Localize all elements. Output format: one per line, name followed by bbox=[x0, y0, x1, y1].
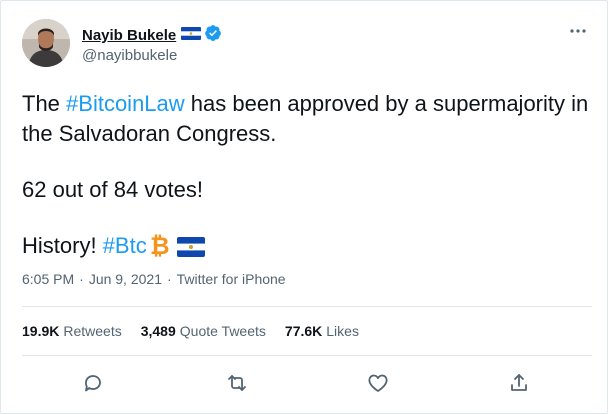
share-icon[interactable] bbox=[507, 371, 531, 395]
tweet-text-prefix: The bbox=[22, 91, 67, 116]
quote-tweets-label: Quote Tweets bbox=[179, 323, 266, 339]
likes-count: 77.6K bbox=[284, 323, 323, 339]
svg-text:₿: ₿ bbox=[150, 233, 170, 257]
likes-stat[interactable]: 77.6K Likes bbox=[285, 323, 359, 339]
heart-icon[interactable] bbox=[366, 371, 390, 395]
avatar[interactable] bbox=[22, 19, 70, 67]
divider bbox=[22, 355, 592, 356]
el-salvador-flag-icon bbox=[176, 235, 205, 265]
hashtag-link-bitcoinlaw[interactable]: #BitcoinLaw bbox=[66, 91, 185, 116]
author-handle[interactable]: @nayibbukele bbox=[82, 47, 177, 64]
divider bbox=[22, 306, 592, 307]
retweets-label: Retweets bbox=[63, 323, 122, 339]
author-row: Nayib Bukele bbox=[82, 24, 222, 47]
tweet-paragraph-2: 62 out of 84 votes! bbox=[22, 177, 204, 202]
hashtag-link-btc[interactable]: #Btc bbox=[103, 233, 147, 258]
bitcoin-emoji-icon: ₿ bbox=[149, 232, 171, 265]
tweet-date[interactable]: Jun 9, 2021 bbox=[89, 271, 162, 287]
tweet-text-history: History! bbox=[22, 233, 103, 258]
tweet-paragraph-3: History! #Btc ₿ bbox=[22, 231, 592, 265]
tweet-text: The #BitcoinLaw has been approved by a s… bbox=[22, 89, 592, 265]
action-bar bbox=[1, 371, 607, 395]
verified-badge-icon bbox=[204, 24, 222, 47]
retweets-stat[interactable]: 19.9K Retweets bbox=[22, 323, 122, 339]
tweet-meta: 6:05 PM · Jun 9, 2021 · Twitter for iPho… bbox=[22, 271, 286, 287]
retweet-icon[interactable] bbox=[225, 371, 249, 395]
tweet-stats: 19.9K Retweets 3,489 Quote Tweets 77.6K … bbox=[22, 323, 378, 339]
likes-label: Likes bbox=[326, 323, 359, 339]
reply-icon[interactable] bbox=[81, 371, 105, 395]
tweet-time[interactable]: 6:05 PM bbox=[22, 271, 74, 287]
tweet-paragraph-1: The #BitcoinLaw has been approved by a s… bbox=[22, 89, 592, 149]
meta-separator: · bbox=[79, 271, 84, 287]
tweet-source[interactable]: Twitter for iPhone bbox=[177, 271, 286, 287]
avatar-photo bbox=[22, 19, 70, 67]
retweets-count: 19.9K bbox=[22, 323, 60, 339]
tweet-card: Nayib Bukele @nayibbukele The #BitcoinLa… bbox=[0, 0, 608, 414]
more-horizontal-icon[interactable] bbox=[568, 22, 588, 40]
quote-tweets-count: 3,489 bbox=[140, 323, 176, 339]
quote-tweets-stat[interactable]: 3,489 Quote Tweets bbox=[141, 323, 266, 339]
meta-separator: · bbox=[166, 271, 172, 287]
el-salvador-flag-icon bbox=[181, 26, 202, 45]
author-name[interactable]: Nayib Bukele bbox=[82, 27, 176, 44]
